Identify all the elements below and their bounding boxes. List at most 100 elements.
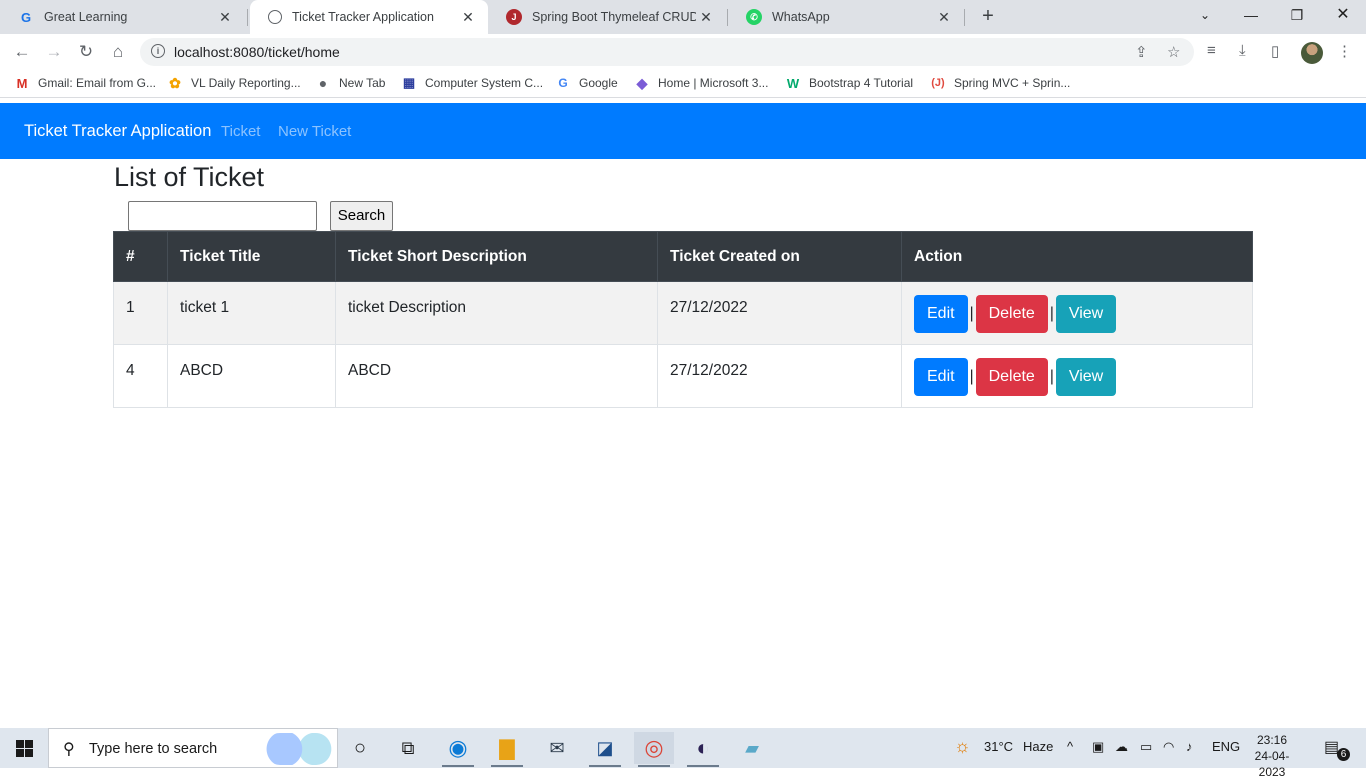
- column-header-created-on: Ticket Created on: [657, 231, 902, 282]
- tab-search-chevron-down-icon[interactable]: ⌄: [1182, 0, 1228, 30]
- eclipse-icon[interactable]: ◐: [683, 732, 723, 767]
- bookmark-microsoft[interactable]: ◆ Home | Microsoft 3...: [634, 74, 769, 91]
- cell-created-on: 27/12/2022: [657, 344, 902, 408]
- language-indicator[interactable]: ENG: [1212, 739, 1240, 754]
- globe-icon: [268, 10, 282, 24]
- cortana-icon[interactable]: ○: [340, 732, 380, 764]
- great-learning-favicon-icon: G: [20, 9, 32, 25]
- url-text[interactable]: localhost:8080/ticket/home: [174, 44, 340, 60]
- close-tab-icon[interactable]: ✕: [215, 9, 235, 26]
- mail-icon[interactable]: ✉: [537, 732, 577, 764]
- w3schools-icon: W: [786, 75, 800, 91]
- system-clock[interactable]: 23:16 24-04-2023: [1244, 732, 1300, 780]
- bookmark-star-icon[interactable]: ☆: [1167, 43, 1180, 61]
- show-hidden-icons-chevron-up-icon[interactable]: ^: [1067, 739, 1073, 754]
- edit-button[interactable]: Edit: [914, 358, 968, 396]
- volume-icon[interactable]: ♪: [1186, 739, 1193, 754]
- bookmark-vl-daily[interactable]: ✿ VL Daily Reporting...: [167, 74, 300, 91]
- mysql-workbench-icon[interactable]: ◪: [585, 732, 625, 767]
- tab-title: Great Learning: [44, 10, 128, 24]
- close-window-icon[interactable]: ✕: [1320, 0, 1366, 30]
- side-panel-icon[interactable]: ▯: [1271, 42, 1279, 60]
- minimize-icon[interactable]: —: [1228, 0, 1274, 30]
- new-tab-button[interactable]: +: [976, 5, 1000, 29]
- javatpoint-icon: (J): [931, 77, 945, 89]
- weather-temp[interactable]: 31°C: [984, 739, 1013, 754]
- view-button[interactable]: View: [1055, 358, 1117, 396]
- search-icon: ⚲: [63, 741, 75, 758]
- separator: |: [1049, 368, 1054, 385]
- chrome-icon[interactable]: ◎: [634, 732, 674, 767]
- bookmark-google[interactable]: G Google: [555, 75, 617, 91]
- view-button[interactable]: View: [1055, 295, 1117, 333]
- cell-actions: Edit | Delete | View: [901, 344, 1253, 408]
- tab-separator: [964, 9, 965, 26]
- column-header-action: Action: [901, 231, 1253, 282]
- edit-button[interactable]: Edit: [914, 295, 968, 333]
- bookmark-gmail[interactable]: M Gmail: Email from G...: [14, 75, 156, 91]
- close-tab-icon[interactable]: ✕: [458, 9, 478, 26]
- table-row: 4 ABCD ABCD 27/12/2022 Edit | Delete | View: [113, 344, 1253, 408]
- bookmark-new-tab[interactable]: ● New Tab: [315, 75, 386, 91]
- taskbar-search-placeholder: Type here to search: [89, 741, 218, 757]
- battery-icon[interactable]: ▭: [1140, 739, 1152, 755]
- search-input[interactable]: [128, 201, 317, 231]
- nav-link-new-ticket[interactable]: New Ticket: [278, 123, 351, 140]
- profile-avatar[interactable]: [1301, 42, 1323, 64]
- bookmark-spring-mvc[interactable]: (J) Spring MVC + Sprin...: [930, 75, 1070, 91]
- browser-tab-strip: G Great Learning ✕ Ticket Tracker Applic…: [0, 0, 1366, 34]
- windows-taskbar: ⚲ Type here to search ○ ⧉ ◉ ▇ ✉ ◪ ◎ ◐ ▰ …: [0, 728, 1366, 779]
- address-bar[interactable]: i localhost:8080/ticket/home ⇪ ☆: [140, 38, 1194, 66]
- notepad-icon[interactable]: ▰: [732, 732, 772, 764]
- separator: |: [969, 305, 974, 322]
- windows-start-icon[interactable]: [16, 740, 33, 757]
- cell-id: 1: [113, 281, 168, 345]
- share-icon[interactable]: ⇪: [1135, 43, 1148, 61]
- navbar-brand[interactable]: Ticket Tracker Application: [24, 122, 211, 141]
- restore-icon[interactable]: ❐: [1274, 0, 1320, 30]
- edge-icon[interactable]: ◉: [438, 732, 478, 767]
- tab-separator: [247, 9, 248, 26]
- globe-icon: ●: [318, 75, 328, 91]
- browser-tab-whatsapp[interactable]: ✆ WhatsApp ✕: [728, 0, 964, 34]
- close-tab-icon[interactable]: ✕: [696, 9, 716, 26]
- media-control-icon[interactable]: ≡: [1207, 42, 1216, 59]
- nav-link-ticket[interactable]: Ticket: [221, 123, 260, 140]
- microsoft365-icon: ◆: [636, 74, 648, 91]
- weather-icon[interactable]: ☼: [954, 736, 971, 757]
- file-explorer-icon[interactable]: ▇: [487, 732, 527, 767]
- weather-condition[interactable]: Haze: [1023, 739, 1053, 754]
- close-tab-icon[interactable]: ✕: [934, 9, 954, 26]
- javaguides-favicon-icon: J: [506, 9, 522, 25]
- cell-title: ticket 1: [167, 281, 336, 345]
- tickets-table: # Ticket Title Ticket Short Description …: [113, 231, 1253, 408]
- gmail-icon: M: [16, 75, 28, 91]
- reload-icon[interactable]: ↻: [74, 40, 98, 64]
- back-arrow-icon[interactable]: ←: [10, 40, 34, 64]
- more-menu-icon[interactable]: ⋮: [1337, 42, 1352, 60]
- browser-tab-spring-boot[interactable]: J Spring Boot Thymeleaf CRUD Exa ✕: [488, 0, 726, 34]
- search-button[interactable]: Search: [330, 201, 393, 231]
- separator: |: [1049, 305, 1054, 322]
- delete-button[interactable]: Delete: [975, 358, 1048, 396]
- table-row: 1 ticket 1 ticket Description 27/12/2022…: [113, 281, 1253, 345]
- bookmark-computer-system[interactable]: ▦ Computer System C...: [401, 75, 543, 91]
- bookmark-bootstrap[interactable]: W Bootstrap 4 Tutorial: [785, 75, 913, 91]
- browser-tab-ticket-tracker[interactable]: Ticket Tracker Application ✕: [250, 0, 488, 34]
- taskbar-search-box[interactable]: ⚲ Type here to search: [48, 728, 338, 768]
- forward-arrow-icon[interactable]: →: [42, 40, 66, 64]
- building-icon: ▦: [402, 75, 416, 90]
- column-header-title: Ticket Title: [167, 231, 336, 282]
- reporting-icon: ✿: [169, 74, 181, 91]
- meet-now-icon[interactable]: ▣: [1092, 739, 1104, 755]
- browser-tab-great-learning[interactable]: G Great Learning ✕: [0, 0, 245, 34]
- site-info-icon[interactable]: i: [151, 44, 165, 58]
- home-icon[interactable]: ⌂: [106, 40, 130, 64]
- task-view-icon[interactable]: ⧉: [388, 732, 428, 764]
- cell-title: ABCD: [167, 344, 336, 408]
- download-icon[interactable]: ⤓: [1239, 42, 1246, 59]
- delete-button[interactable]: Delete: [975, 295, 1048, 333]
- wifi-icon[interactable]: ◠: [1163, 739, 1174, 755]
- whatsapp-icon: ✆: [746, 9, 762, 25]
- onedrive-icon[interactable]: ☁: [1115, 739, 1128, 755]
